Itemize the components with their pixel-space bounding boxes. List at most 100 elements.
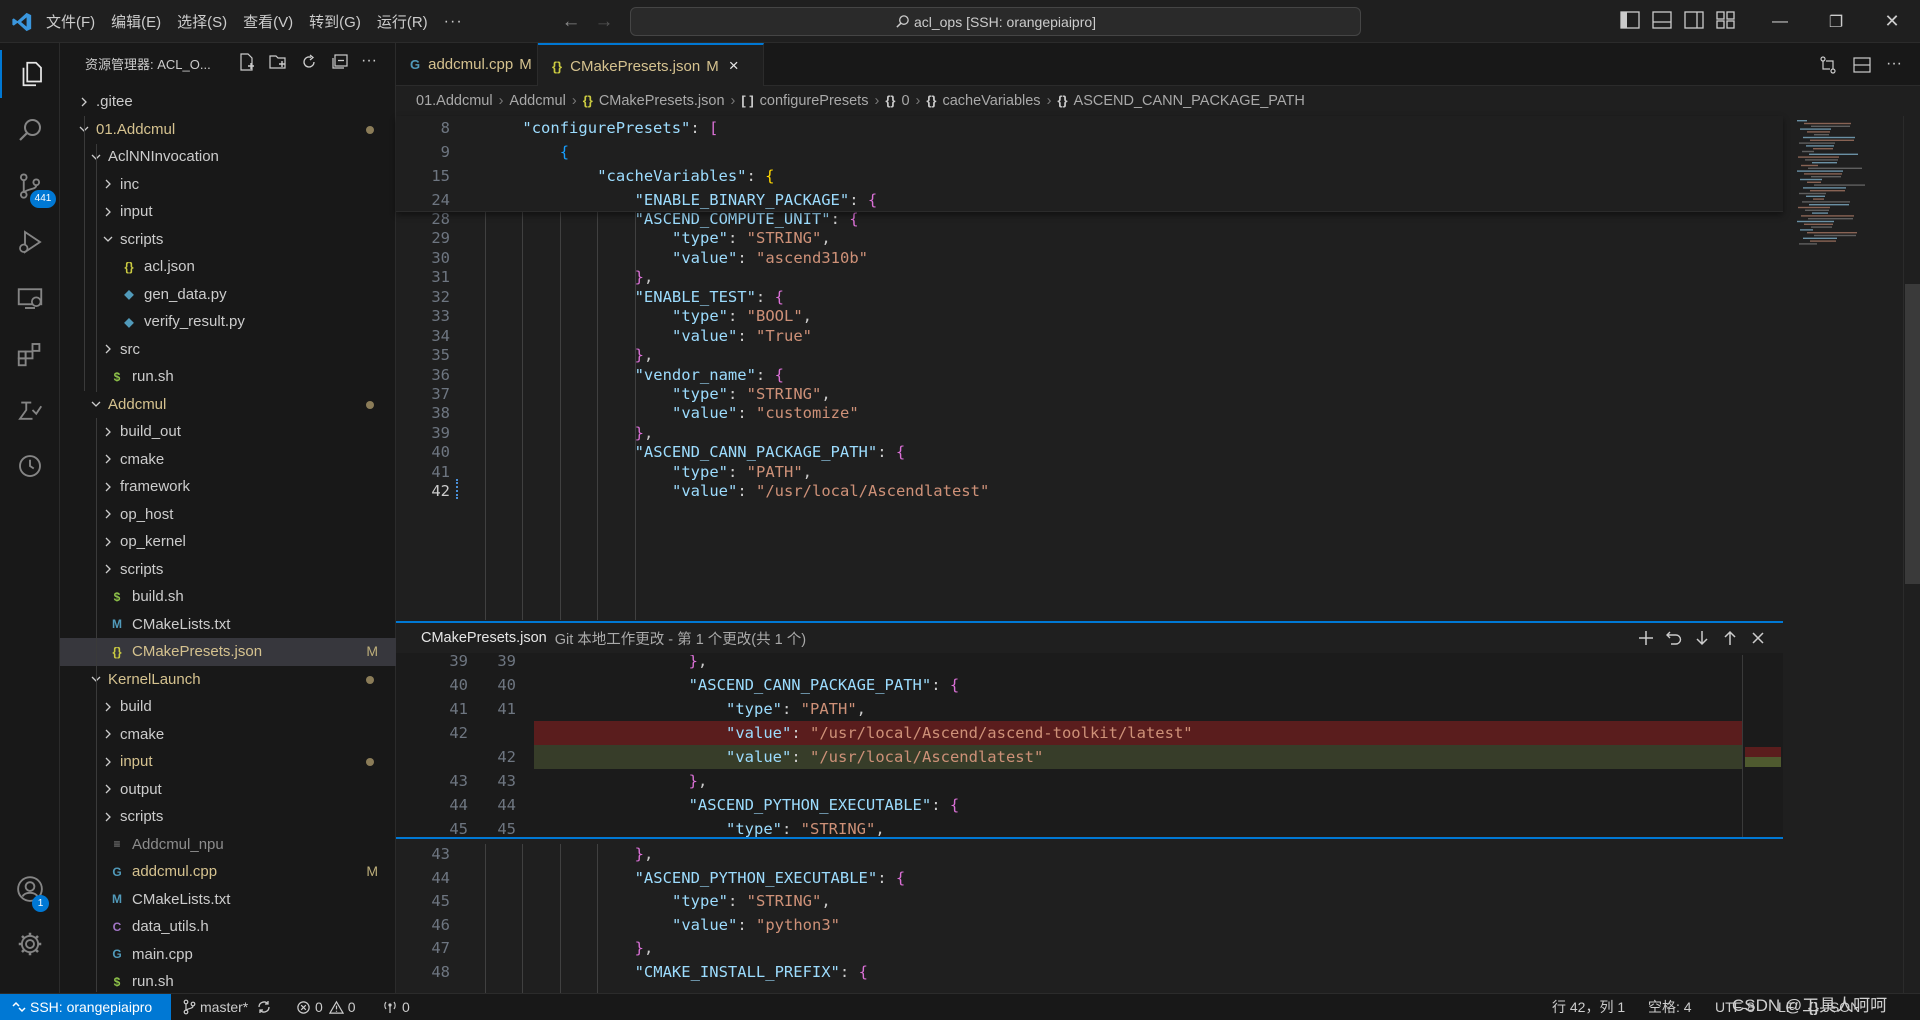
tab-addcmul-cpp[interactable]: G addcmul.cpp M bbox=[396, 43, 538, 86]
explorer-item[interactable]: cmake bbox=[60, 721, 396, 749]
previous-change-icon[interactable] bbox=[1720, 628, 1740, 648]
extensions-activity[interactable] bbox=[0, 330, 60, 378]
new-file-icon[interactable] bbox=[237, 52, 259, 74]
customize-layout-icon[interactable] bbox=[1716, 11, 1738, 31]
explorer-item[interactable]: ◆ gen_data.py bbox=[60, 281, 396, 309]
run-debug-icon bbox=[19, 230, 42, 254]
open-changes-icon[interactable] bbox=[1818, 55, 1840, 75]
code-editor[interactable]: 26"value": "True"27},28"ASCEND_COMPUTE_U… bbox=[396, 116, 1783, 993]
explorer-item[interactable]: $ run.sh bbox=[60, 968, 396, 996]
explorer-item[interactable]: inc bbox=[60, 171, 396, 199]
breadcrumb-item[interactable]: Addcmul bbox=[509, 93, 565, 109]
forward-arrow-icon[interactable]: → bbox=[592, 10, 616, 34]
minimap[interactable] bbox=[1783, 116, 1903, 993]
ports-indicator[interactable]: 0 bbox=[382, 994, 410, 1020]
explorer-item[interactable]: src bbox=[60, 336, 396, 364]
explorer-item[interactable]: .gitee bbox=[60, 88, 396, 116]
breadcrumb-item[interactable]: [ ] configurePresets bbox=[741, 93, 868, 109]
explorer-item[interactable]: build bbox=[60, 693, 396, 721]
cursor-position[interactable]: 行 42，列 1 bbox=[1552, 994, 1625, 1020]
explorer-item[interactable]: 01.Addcmul bbox=[60, 116, 396, 144]
stage-change-icon[interactable] bbox=[1636, 628, 1656, 648]
back-arrow-icon[interactable]: ← bbox=[559, 10, 583, 34]
menu-go[interactable]: 转到(G) bbox=[303, 11, 367, 32]
command-center-search[interactable]: acl_ops [SSH: orangepiaipro] bbox=[630, 7, 1361, 36]
explorer-item[interactable]: scripts bbox=[60, 803, 396, 831]
close-peek-icon[interactable] bbox=[1748, 628, 1768, 648]
code-token: "STRING" bbox=[746, 892, 822, 911]
tab-cmakepresets-json[interactable]: {} CMakePresets.json M × bbox=[538, 43, 764, 87]
split-editor-icon[interactable] bbox=[1852, 55, 1874, 75]
explorer-item[interactable]: $ build.sh bbox=[60, 583, 396, 611]
explorer-item[interactable]: Cdata_utils.h bbox=[60, 913, 396, 941]
explorer-item[interactable]: AclNNInvocation bbox=[60, 143, 396, 171]
toggle-secondary-sidebar-icon[interactable] bbox=[1684, 11, 1706, 31]
restore-icon[interactable]: ❐ bbox=[1808, 0, 1864, 43]
menu-selection[interactable]: 选择(S) bbox=[171, 11, 233, 32]
breadcrumb-item[interactable]: {} CMakePresets.json bbox=[583, 93, 725, 109]
explorer-item[interactable]: build_out bbox=[60, 418, 396, 446]
branch-indicator[interactable]: master* bbox=[182, 994, 276, 1020]
more-actions-icon[interactable]: ··· bbox=[361, 52, 383, 74]
editor-more-icon[interactable]: ··· bbox=[1886, 55, 1908, 75]
explorer-item[interactable]: scripts bbox=[60, 226, 396, 254]
explorer-item[interactable]: {} CMakePresets.json M bbox=[60, 638, 396, 666]
explorer-item[interactable]: KernelLaunch bbox=[60, 666, 396, 694]
explorer-item[interactable]: ◆ verify_result.py bbox=[60, 308, 396, 336]
explorer-item[interactable]: Gaddcmul.cpp M bbox=[60, 858, 396, 886]
testing-activity[interactable] bbox=[0, 386, 60, 434]
explorer-item[interactable]: framework bbox=[60, 473, 396, 501]
sticky-scroll-header[interactable]: 8 "configurePresets": [9{15 "cacheVariable… bbox=[396, 116, 1783, 212]
explorer-activity[interactable] bbox=[0, 50, 60, 98]
explorer-item[interactable]: cmake bbox=[60, 446, 396, 474]
revert-change-icon[interactable] bbox=[1664, 628, 1684, 648]
explorer-item[interactable]: M CMakeLists.txt bbox=[60, 611, 396, 639]
explorer-item[interactable]: output bbox=[60, 776, 396, 804]
search-activity[interactable] bbox=[0, 106, 60, 154]
menu-file[interactable]: 文件(F) bbox=[40, 11, 101, 32]
collapse-all-icon[interactable] bbox=[330, 52, 352, 74]
breadcrumb-item[interactable]: {} 0 bbox=[885, 93, 909, 109]
explorer-item[interactable]: Gmain.cpp bbox=[60, 941, 396, 969]
close-tab-icon[interactable]: × bbox=[729, 56, 739, 76]
timeline-activity[interactable] bbox=[0, 442, 60, 490]
menu-view[interactable]: 查看(V) bbox=[237, 11, 299, 32]
toggle-primary-sidebar-icon[interactable] bbox=[1620, 11, 1642, 31]
menu-more-button[interactable]: ··· bbox=[438, 13, 469, 31]
code-token: : bbox=[737, 915, 756, 934]
peek-diff-body[interactable]: 39 39}, 40 40 "ASCEND_CANN_PACKAGE_PATH": {4… bbox=[396, 655, 1783, 837]
source-control-activity[interactable]: 441 bbox=[0, 162, 60, 210]
explorer-item[interactable]: op_host bbox=[60, 501, 396, 529]
minimize-icon[interactable]: — bbox=[1752, 0, 1808, 43]
explorer-item[interactable]: {} acl.json bbox=[60, 253, 396, 281]
explorer-item[interactable]: input bbox=[60, 198, 396, 226]
accounts-activity[interactable]: 1 bbox=[0, 865, 60, 913]
explorer-item[interactable]: scripts bbox=[60, 556, 396, 584]
problems-indicator[interactable]: 0 0 bbox=[296, 994, 356, 1020]
scrollbar-thumb[interactable] bbox=[1905, 284, 1920, 584]
explorer-item[interactable]: $ run.sh bbox=[60, 363, 396, 391]
menu-edit[interactable]: 编辑(E) bbox=[105, 11, 167, 32]
run-debug-activity[interactable] bbox=[0, 218, 60, 266]
explorer-item[interactable]: Addcmul bbox=[60, 391, 396, 419]
explorer-item[interactable]: M CMakeLists.txt bbox=[60, 886, 396, 914]
breadcrumb-item[interactable]: {} ASCEND_CANN_PACKAGE_PATH bbox=[1057, 93, 1304, 109]
explorer-item[interactable]: op_kernel bbox=[60, 528, 396, 556]
breadcrumb-item[interactable]: 01.Addcmul bbox=[416, 93, 493, 109]
menu-run[interactable]: 运行(R) bbox=[371, 11, 434, 32]
indentation[interactable]: 空格: 4 bbox=[1648, 994, 1692, 1020]
sync-icon[interactable] bbox=[256, 999, 272, 1015]
next-change-icon[interactable] bbox=[1692, 628, 1712, 648]
editor-scrollbar[interactable] bbox=[1903, 116, 1920, 993]
manage-activity[interactable] bbox=[0, 920, 60, 968]
new-folder-icon[interactable] bbox=[268, 52, 290, 74]
refresh-icon[interactable] bbox=[299, 52, 321, 74]
toggle-panel-icon[interactable] bbox=[1652, 11, 1674, 31]
explorer-item[interactable]: ≡ Addcmul_npu bbox=[60, 831, 396, 859]
remote-explorer-activity[interactable] bbox=[0, 274, 60, 322]
breadcrumb-item[interactable]: {} cacheVariables bbox=[926, 93, 1040, 109]
remote-indicator[interactable]: SSH: orangepiaipro bbox=[0, 994, 171, 1020]
close-window-icon[interactable]: ✕ bbox=[1864, 0, 1920, 43]
chevron-right-icon bbox=[76, 94, 92, 110]
explorer-item[interactable]: input bbox=[60, 748, 396, 776]
